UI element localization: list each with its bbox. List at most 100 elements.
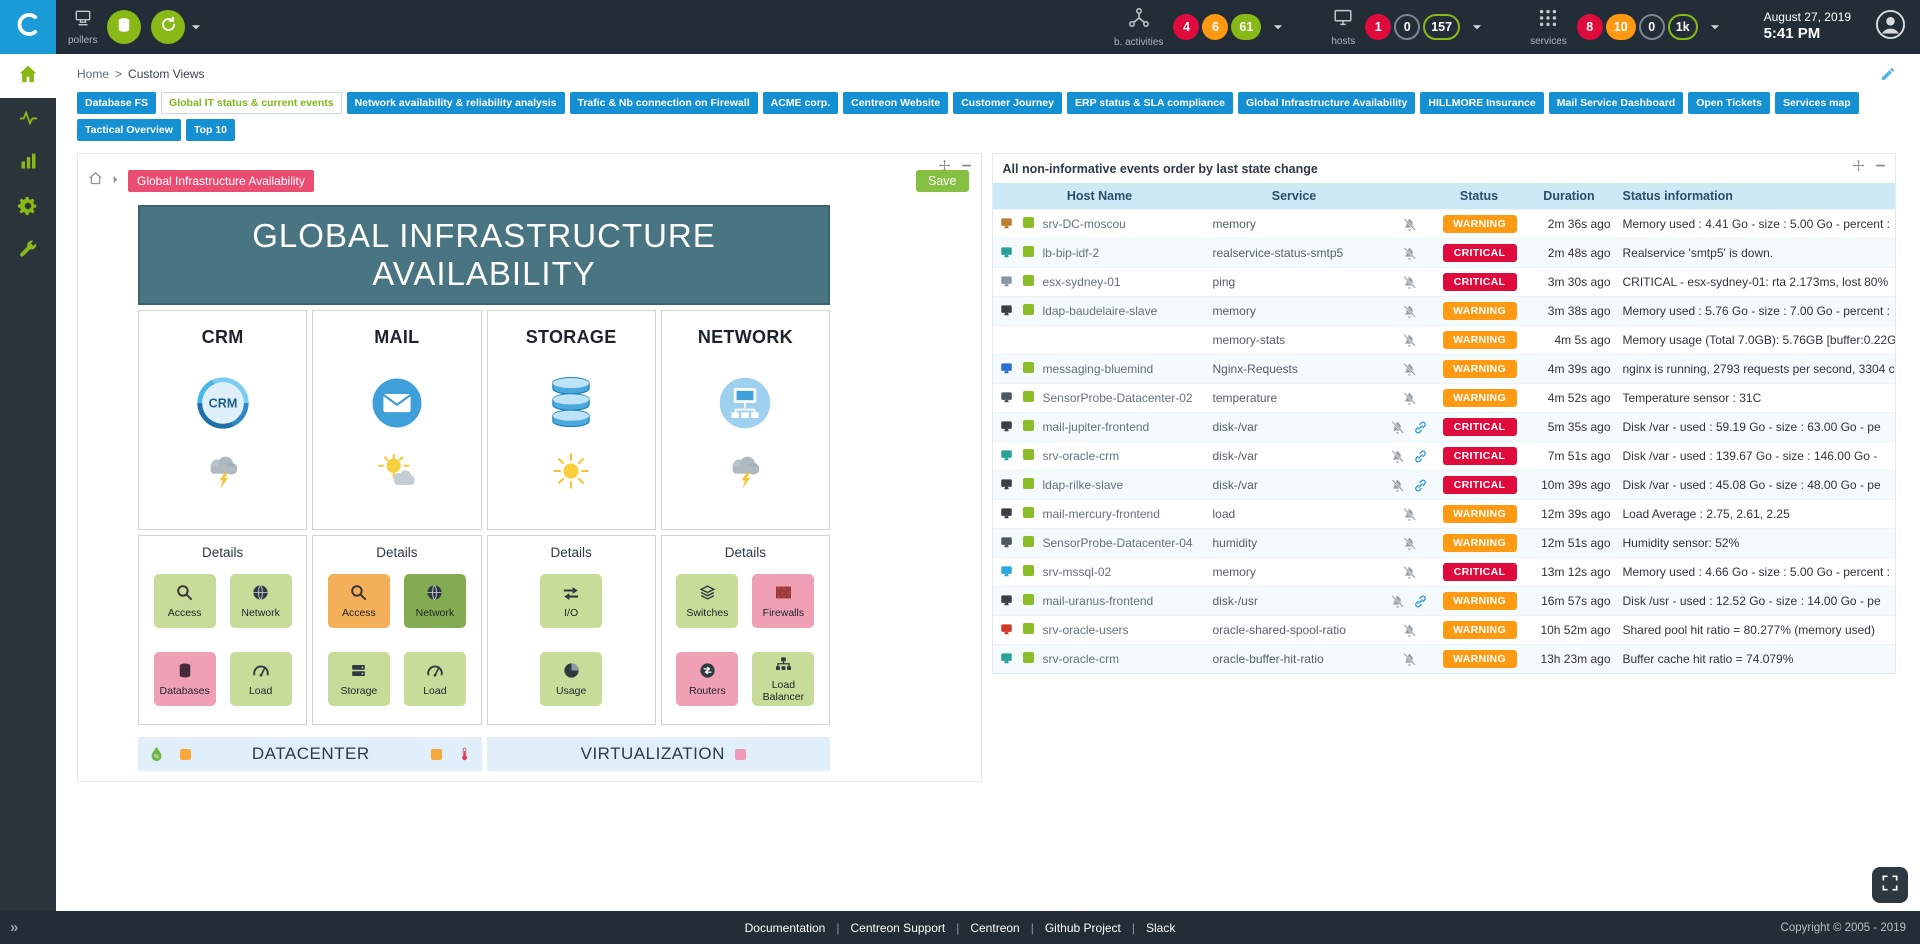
- event-row[interactable]: lb-bip-idf-2 realservice-status-smtp5 CR…: [993, 239, 1896, 268]
- collapse-widget-icon[interactable]: [960, 159, 973, 172]
- widget-home-icon[interactable]: [88, 171, 103, 191]
- event-row[interactable]: SensorProbe-Datacenter-02 temperature WA…: [993, 384, 1896, 413]
- event-row[interactable]: ldap-rilke-slave disk-/var CRITICAL 10m …: [993, 471, 1896, 500]
- sidebar-item-monitoring[interactable]: [0, 98, 56, 142]
- edit-view-icon[interactable]: [1880, 66, 1896, 82]
- link-icon[interactable]: [1413, 478, 1428, 493]
- move-widget-icon[interactable]: [1852, 159, 1865, 172]
- view-tab[interactable]: Tactical Overview: [77, 119, 181, 141]
- footer-link[interactable]: Centreon Support: [850, 921, 945, 935]
- view-tab[interactable]: Services map: [1775, 92, 1859, 114]
- counter-badge[interactable]: 10: [1606, 14, 1636, 40]
- service-tile[interactable]: Load: [230, 652, 292, 706]
- view-tab[interactable]: Trafic & Nb connection on Firewall: [570, 92, 758, 114]
- link-icon[interactable]: [1413, 449, 1428, 464]
- poller-sync-button[interactable]: [151, 10, 185, 44]
- chevron-down-icon[interactable]: [1470, 20, 1484, 34]
- counter-group[interactable]: services 81001k: [1530, 7, 1722, 47]
- sidebar-item-home[interactable]: [0, 54, 56, 98]
- sidebar-item-configuration[interactable]: [0, 186, 56, 230]
- counter-badge[interactable]: 1: [1365, 14, 1391, 40]
- event-service[interactable]: memory: [1207, 210, 1382, 239]
- event-row[interactable]: SensorProbe-Datacenter-04 humidity WARNI…: [993, 529, 1896, 558]
- event-host[interactable]: srv-DC-moscou: [1037, 210, 1207, 239]
- event-service[interactable]: memory: [1207, 558, 1382, 587]
- event-service[interactable]: oracle-shared-spool-ratio: [1207, 616, 1382, 645]
- breadcrumb-home[interactable]: Home: [77, 67, 109, 81]
- event-row[interactable]: ldap-baudelaire-slave memory WARNING 3m …: [993, 297, 1896, 326]
- view-tab[interactable]: Mail Service Dashboard: [1549, 92, 1683, 114]
- event-host[interactable]: mail-mercury-frontend: [1037, 500, 1207, 529]
- event-service[interactable]: load: [1207, 500, 1382, 529]
- event-row[interactable]: mail-mercury-frontend load WARNING 12m 3…: [993, 500, 1896, 529]
- event-service[interactable]: temperature: [1207, 384, 1382, 413]
- poller-database-button[interactable]: [107, 10, 141, 44]
- event-row[interactable]: srv-oracle-crm oracle-buffer-hit-ratio W…: [993, 645, 1896, 674]
- event-host[interactable]: lb-bip-idf-2: [1037, 239, 1207, 268]
- counter-badge[interactable]: 61: [1231, 14, 1261, 40]
- event-row[interactable]: srv-DC-moscou memory WARNING 2m 36s ago …: [993, 210, 1896, 239]
- event-row[interactable]: esx-sydney-01 ping CRITICAL 3m 30s ago C…: [993, 268, 1896, 297]
- view-tab[interactable]: Global IT status & current events: [161, 92, 342, 114]
- counter-badge[interactable]: 0: [1394, 14, 1420, 40]
- view-tab[interactable]: Database FS: [77, 92, 156, 114]
- event-row[interactable]: messaging-bluemind Nginx-Requests WARNIN…: [993, 355, 1896, 384]
- service-tile[interactable]: Access: [328, 574, 390, 628]
- footer-link[interactable]: Slack: [1146, 921, 1175, 935]
- collapse-widget-icon[interactable]: [1874, 159, 1887, 172]
- save-button[interactable]: Save: [916, 170, 969, 192]
- col-header-status[interactable]: Status: [1437, 183, 1522, 210]
- counter-badge[interactable]: 157: [1423, 14, 1460, 40]
- view-tab[interactable]: ERP status & SLA compliance: [1067, 92, 1233, 114]
- user-avatar[interactable]: [1875, 9, 1906, 45]
- counter-badge[interactable]: 8: [1577, 14, 1603, 40]
- sidebar-item-reporting[interactable]: [0, 142, 56, 186]
- view-tab[interactable]: HILLMORE Insurance: [1420, 92, 1543, 114]
- counter-badge[interactable]: 6: [1202, 14, 1228, 40]
- footer-link[interactable]: Documentation: [745, 921, 826, 935]
- service-tile[interactable]: Load Balancer: [752, 652, 814, 706]
- event-service[interactable]: disk-/usr: [1207, 587, 1382, 616]
- service-tile[interactable]: I/O: [540, 574, 602, 628]
- event-host[interactable]: messaging-bluemind: [1037, 355, 1207, 384]
- col-header-duration[interactable]: Duration: [1522, 183, 1617, 210]
- sidebar-item-administration[interactable]: [0, 230, 56, 274]
- counter-group[interactable]: hosts 10157: [1331, 7, 1484, 47]
- event-host[interactable]: srv-oracle-users: [1037, 616, 1207, 645]
- event-row[interactable]: srv-oracle-users oracle-shared-spool-rat…: [993, 616, 1896, 645]
- fullscreen-button[interactable]: [1872, 867, 1908, 903]
- service-tile[interactable]: Usage: [540, 652, 602, 706]
- view-tab[interactable]: Centreon Website: [843, 92, 948, 114]
- event-service[interactable]: disk-/var: [1207, 413, 1382, 442]
- event-service[interactable]: memory-stats: [1207, 326, 1382, 355]
- event-row[interactable]: mail-uranus-frontend disk-/usr WARNING 1…: [993, 587, 1896, 616]
- event-host[interactable]: srv-oracle-crm: [1037, 645, 1207, 674]
- link-icon[interactable]: [1413, 420, 1428, 435]
- event-row[interactable]: memory-stats WARNING 4m 5s ago Memory us…: [993, 326, 1896, 355]
- chevron-down-icon[interactable]: [1708, 20, 1722, 34]
- event-host[interactable]: esx-sydney-01: [1037, 268, 1207, 297]
- centreon-logo[interactable]: [0, 0, 56, 54]
- move-widget-icon[interactable]: [938, 159, 951, 172]
- service-tile[interactable]: Network: [230, 574, 292, 628]
- service-tile[interactable]: Network: [404, 574, 466, 628]
- chevron-down-icon[interactable]: [1271, 20, 1285, 34]
- event-row[interactable]: srv-mssql-02 memory CRITICAL 13m 12s ago…: [993, 558, 1896, 587]
- service-tile[interactable]: Switches: [676, 574, 738, 628]
- event-service[interactable]: humidity: [1207, 529, 1382, 558]
- service-tile[interactable]: Databases: [154, 652, 216, 706]
- event-service[interactable]: oracle-buffer-hit-ratio: [1207, 645, 1382, 674]
- counter-badge[interactable]: 0: [1639, 14, 1665, 40]
- view-tab[interactable]: Customer Journey: [953, 92, 1062, 114]
- event-host[interactable]: SensorProbe-Datacenter-02: [1037, 384, 1207, 413]
- event-host[interactable]: [1037, 326, 1207, 355]
- service-tile[interactable]: Firewalls: [752, 574, 814, 628]
- footer-link[interactable]: Centreon: [970, 921, 1019, 935]
- service-tile[interactable]: Routers: [676, 652, 738, 706]
- event-host[interactable]: srv-oracle-crm: [1037, 442, 1207, 471]
- pollers-menu[interactable]: pollers: [68, 8, 97, 46]
- event-service[interactable]: disk-/var: [1207, 442, 1382, 471]
- event-row[interactable]: mail-jupiter-frontend disk-/var CRITICAL…: [993, 413, 1896, 442]
- service-tile[interactable]: Storage: [328, 652, 390, 706]
- event-host[interactable]: ldap-rilke-slave: [1037, 471, 1207, 500]
